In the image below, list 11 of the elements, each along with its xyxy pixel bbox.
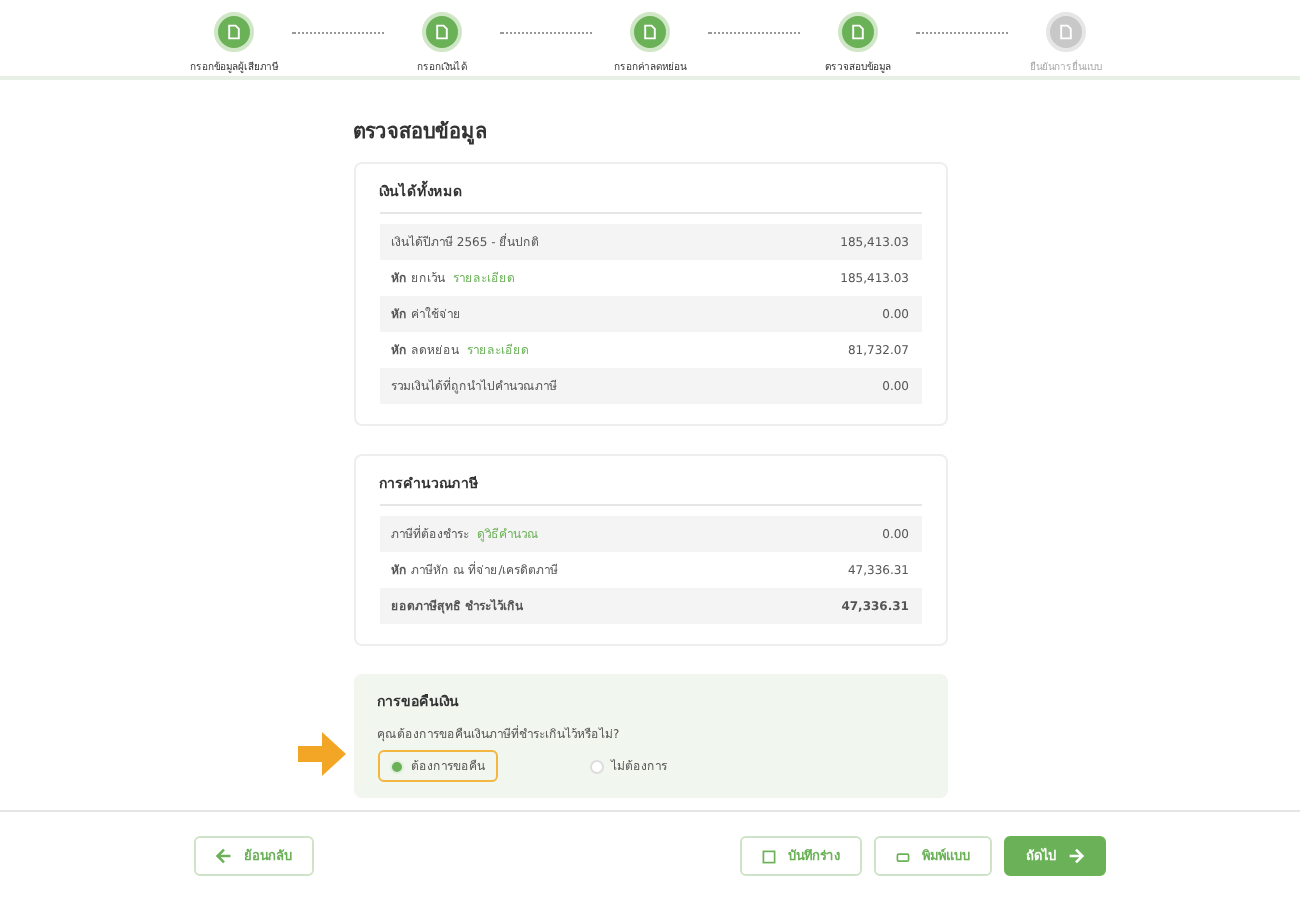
pointer-arrow-icon xyxy=(297,732,345,776)
radio-icon[interactable] xyxy=(389,759,403,773)
document-icon xyxy=(642,24,658,40)
document-icon xyxy=(850,24,866,40)
arrow-left-icon xyxy=(216,848,232,864)
document-icon xyxy=(1058,24,1074,40)
document-icon xyxy=(434,24,450,40)
page-title: ตรวจสอบข้อมูล xyxy=(353,118,489,146)
document-icon xyxy=(226,24,242,40)
radio-icon[interactable] xyxy=(589,759,603,773)
arrow-right-icon xyxy=(1068,848,1084,864)
